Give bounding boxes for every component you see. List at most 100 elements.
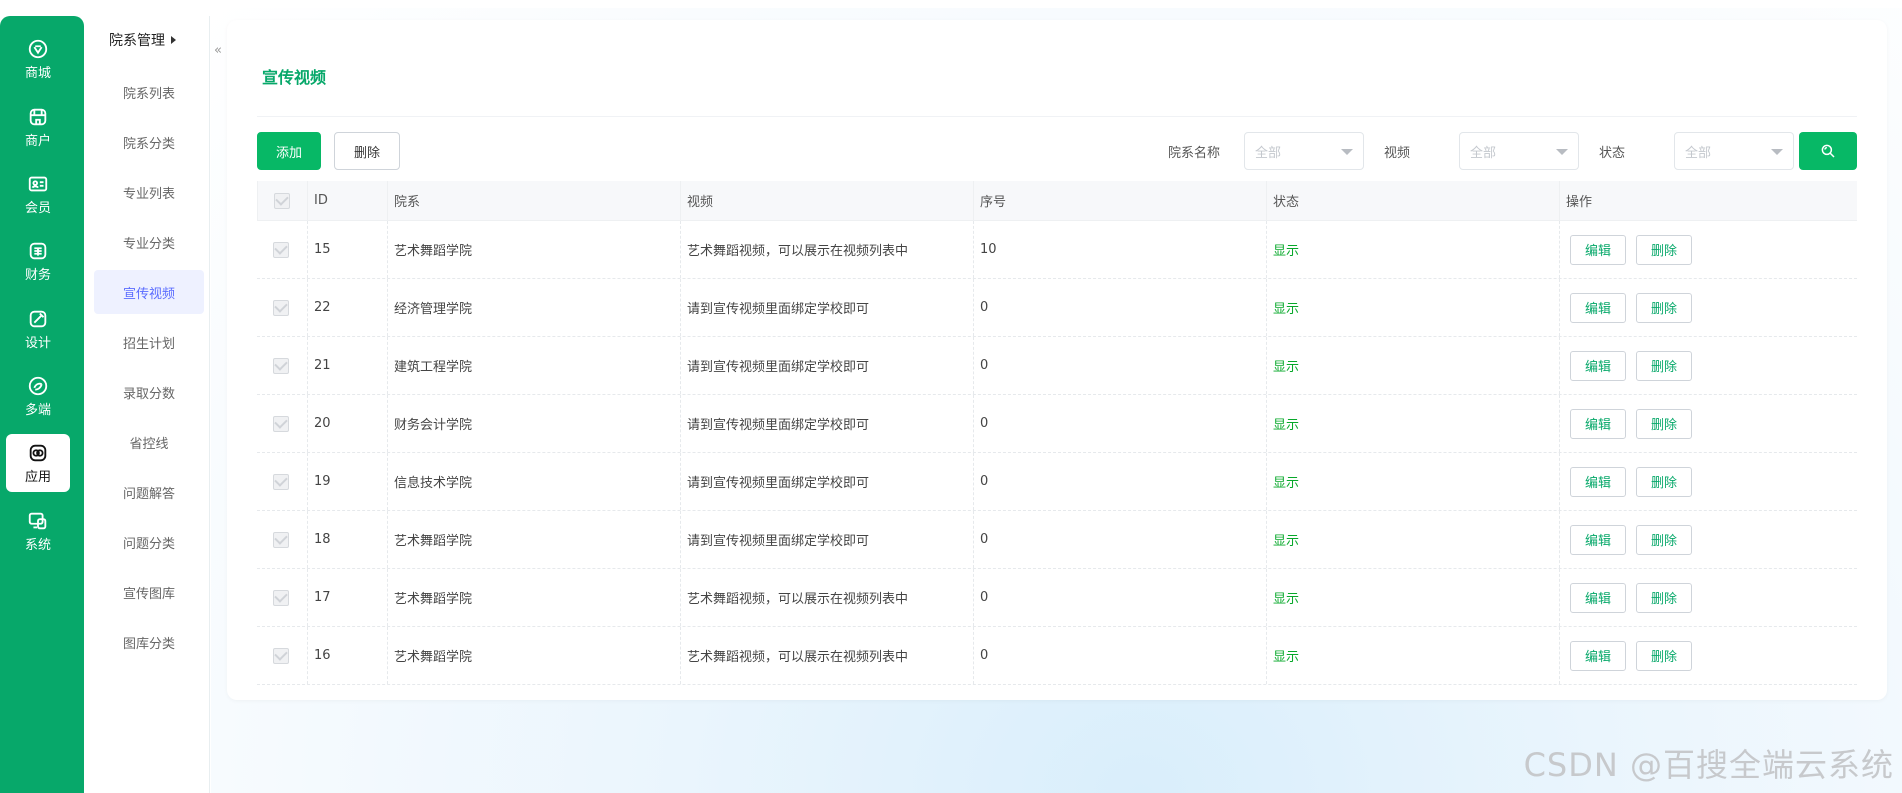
subnav-item-province-line[interactable]: 省控线: [94, 420, 204, 464]
cell-status[interactable]: 显示: [1266, 511, 1559, 568]
collapse-sidebar-button[interactable]: «: [211, 40, 225, 60]
cell-order: 10: [973, 221, 1266, 278]
cell-dept: 建筑工程学院: [387, 337, 680, 394]
subnav-item-dept-list[interactable]: 院系列表: [94, 70, 204, 114]
add-button[interactable]: 添加: [257, 132, 321, 170]
dept-filter-select[interactable]: 全部: [1244, 132, 1364, 170]
chevron-down-icon: [1341, 149, 1353, 155]
edit-button[interactable]: 编辑: [1570, 582, 1627, 613]
delete-button[interactable]: 删除: [1636, 408, 1693, 439]
cell-id: 17: [307, 569, 387, 626]
cell-dept: 艺术舞蹈学院: [387, 569, 680, 626]
design-icon: [29, 310, 47, 327]
system-icon: [28, 512, 47, 529]
row-checkbox[interactable]: [273, 589, 289, 606]
row-checkbox[interactable]: [273, 473, 289, 490]
search-button[interactable]: [1799, 132, 1857, 170]
cell-status[interactable]: 显示: [1266, 395, 1559, 452]
row-select-cell: [257, 453, 307, 510]
cell-order: 0: [973, 395, 1266, 452]
apps-icon: [29, 444, 47, 461]
cell-video: 请到宣传视频里面绑定学校即可: [680, 337, 973, 394]
cell-order: 0: [973, 453, 1266, 510]
row-select-cell: [257, 337, 307, 394]
subnav-group-header[interactable]: 院系管理: [109, 30, 176, 50]
subnav-item-promo-video[interactable]: 宣传视频: [94, 270, 204, 314]
cell-id: 21: [307, 337, 387, 394]
delete-button[interactable]: 删除: [1636, 640, 1693, 671]
cell-status[interactable]: 显示: [1266, 569, 1559, 626]
subnav-item-gallery-category[interactable]: 图库分类: [94, 620, 204, 664]
cell-dept: 艺术舞蹈学院: [387, 511, 680, 568]
edit-button[interactable]: 编辑: [1570, 234, 1627, 265]
delete-button[interactable]: 删除: [1636, 582, 1693, 613]
table-row: 18 艺术舞蹈学院 请到宣传视频里面绑定学校即可 0 显示 编辑 删除: [257, 511, 1857, 569]
subnav-item-major-category[interactable]: 专业分类: [94, 220, 204, 264]
table-row: 16 艺术舞蹈学院 艺术舞蹈视频，可以展示在视频列表中 0 显示 编辑 删除: [257, 627, 1857, 685]
edit-button[interactable]: 编辑: [1570, 408, 1627, 439]
cell-status[interactable]: 显示: [1266, 337, 1559, 394]
edit-button[interactable]: 编辑: [1570, 466, 1627, 497]
cell-id: 19: [307, 453, 387, 510]
bulk-delete-button[interactable]: 删除: [334, 132, 400, 170]
rail-item-multiplatform[interactable]: 多端: [6, 367, 70, 425]
rail-item-label: 多端: [24, 402, 51, 418]
sub-navigation: 院系管理 院系列表 院系分类 专业列表 专业分类 宣传视频 招生计划 录取分数 …: [84, 16, 210, 793]
subnav-item-promo-gallery[interactable]: 宣传图库: [94, 570, 204, 614]
status-filter-select[interactable]: 全部: [1674, 132, 1794, 170]
delete-button[interactable]: 删除: [1636, 350, 1693, 381]
rail-item-shop[interactable]: 商城: [6, 30, 70, 88]
shop-icon: [28, 39, 48, 58]
delete-button[interactable]: 删除: [1636, 292, 1693, 323]
row-checkbox[interactable]: [273, 415, 289, 432]
row-checkbox[interactable]: [273, 299, 289, 316]
delete-button[interactable]: 删除: [1636, 234, 1693, 265]
rail-item-label: 财务: [24, 267, 51, 283]
cell-status[interactable]: 显示: [1266, 453, 1559, 510]
title-divider: [257, 116, 1857, 117]
rail-item-member[interactable]: 会员: [6, 165, 70, 223]
cell-status[interactable]: 显示: [1266, 627, 1559, 684]
row-checkbox[interactable]: [273, 357, 289, 374]
cell-video: 请到宣传视频里面绑定学校即可: [680, 279, 973, 336]
rail-item-finance[interactable]: 财务: [6, 232, 70, 290]
rail-item-merchant[interactable]: 商户: [6, 98, 70, 156]
cell-video: 艺术舞蹈视频，可以展示在视频列表中: [680, 221, 973, 278]
rail-item-apps[interactable]: 应用: [6, 434, 70, 492]
cell-status[interactable]: 显示: [1266, 279, 1559, 336]
edit-button[interactable]: 编辑: [1570, 524, 1627, 555]
row-checkbox[interactable]: [273, 647, 289, 664]
cell-status[interactable]: 显示: [1266, 221, 1559, 278]
subnav-item-faq[interactable]: 问题解答: [94, 470, 204, 514]
subnav-group-title: 院系管理: [109, 33, 165, 49]
edit-button[interactable]: 编辑: [1570, 292, 1627, 323]
status-filter-value: 全部: [1685, 145, 1712, 161]
row-checkbox[interactable]: [273, 241, 289, 258]
cell-ops: 编辑 删除: [1559, 627, 1857, 684]
delete-button[interactable]: 删除: [1636, 524, 1693, 555]
subnav-item-major-list[interactable]: 专业列表: [94, 170, 204, 214]
cell-video: 请到宣传视频里面绑定学校即可: [680, 511, 973, 568]
select-all-cell: [257, 181, 307, 220]
select-all-checkbox[interactable]: [274, 192, 290, 209]
delete-button[interactable]: 删除: [1636, 466, 1693, 497]
edit-button[interactable]: 编辑: [1570, 350, 1627, 381]
row-checkbox[interactable]: [273, 531, 289, 548]
store-icon: [29, 108, 47, 125]
finance-icon: [29, 242, 47, 259]
table-row: 15 艺术舞蹈学院 艺术舞蹈视频，可以展示在视频列表中 10 显示 编辑 删除: [257, 221, 1857, 279]
dept-filter-label: 院系名称: [1168, 146, 1221, 161]
cell-video: 请到宣传视频里面绑定学校即可: [680, 395, 973, 452]
app-root: 商城 商户 会员 财务 设计 多端 应用 系统 院系管理 院系列表 院系分类 专…: [0, 0, 1902, 793]
rail-item-design[interactable]: 设计: [6, 300, 70, 358]
csdn-watermark: CSDN @百搜全端云系统: [1523, 746, 1894, 784]
subnav-item-faq-category[interactable]: 问题分类: [94, 520, 204, 564]
rail-item-system[interactable]: 系统: [6, 502, 70, 560]
subnav-item-admission-score[interactable]: 录取分数: [94, 370, 204, 414]
subnav-item-dept-category[interactable]: 院系分类: [94, 120, 204, 164]
edit-button[interactable]: 编辑: [1570, 640, 1627, 671]
subnav-item-enrollment-plan[interactable]: 招生计划: [94, 320, 204, 364]
video-filter-select[interactable]: 全部: [1459, 132, 1579, 170]
caret-right-icon: [171, 36, 176, 44]
chevron-down-icon: [1556, 149, 1568, 155]
